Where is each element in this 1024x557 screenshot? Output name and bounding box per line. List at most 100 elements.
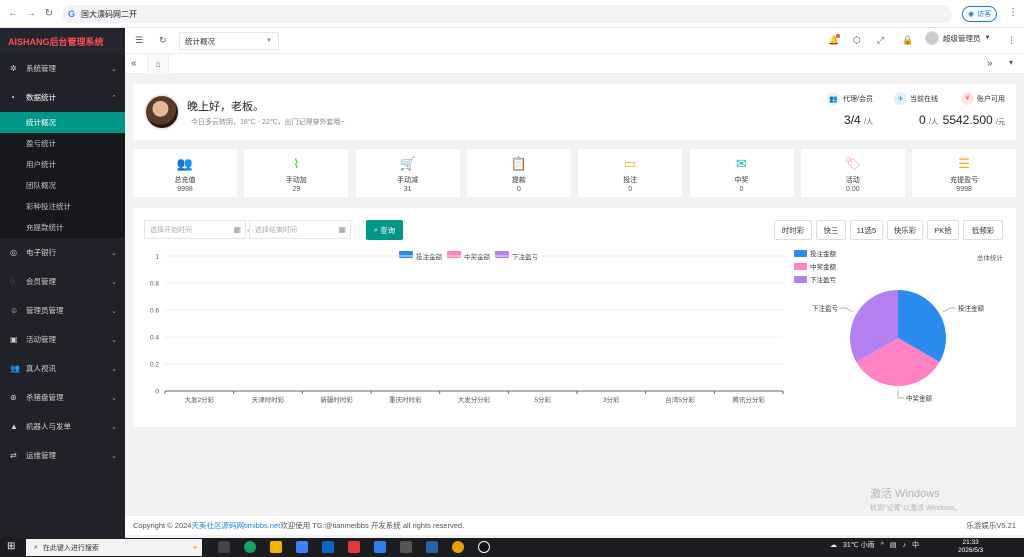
- network-icon[interactable]: ▤: [890, 541, 897, 549]
- submenu-item-3[interactable]: 团队概况: [0, 175, 125, 196]
- admin-menu[interactable]: 超级管理员 ▼: [925, 31, 990, 45]
- taskbar-clock[interactable]: 21:33 2026/5/3: [958, 539, 983, 555]
- app-icon[interactable]: [426, 541, 438, 553]
- file-explorer-icon[interactable]: [270, 541, 282, 553]
- refresh-icon[interactable]: ↻: [159, 35, 167, 46]
- start-date-input[interactable]: 选择开始时间 ▦: [144, 220, 246, 239]
- game-filter-button-1[interactable]: 快三: [816, 220, 846, 240]
- game-filter-button-3[interactable]: 快乐彩: [887, 220, 923, 240]
- game-filter-button-5[interactable]: 低频彩: [963, 220, 1003, 240]
- card-value: 9998: [177, 186, 193, 193]
- summary-card-3[interactable]: 📋 提款 0: [466, 149, 571, 197]
- submenu-item-4[interactable]: 彩种投注统计: [0, 196, 125, 217]
- watermark-title: 激活 Windows: [870, 488, 940, 500]
- game-filter-button-0[interactable]: 时时彩: [774, 220, 812, 240]
- dashboard-icon: ◔: [10, 93, 15, 102]
- summary-card-0[interactable]: 👥 总充值 9998: [133, 149, 237, 197]
- y-tick-label-4: 0.8: [150, 281, 159, 288]
- taskbar: ⊞ ⌕ 在此键入进行搜索 ✦ ☁ 31℃ 小雨 ^ ▤ ♪ 中 21:33 20…: [0, 538, 1024, 557]
- mail-icon[interactable]: [322, 541, 334, 553]
- app-icon[interactable]: [400, 541, 412, 553]
- address-bar[interactable]: G 国大漂码网二开: [62, 5, 952, 23]
- chrome-icon[interactable]: [452, 541, 464, 553]
- clock-date: 2026/5/3: [958, 547, 984, 554]
- submenu-item-0[interactable]: 统计概况: [0, 112, 125, 133]
- sidebar-item-label: 活动管理: [26, 335, 56, 344]
- back-icon[interactable]: ←: [4, 8, 22, 19]
- collapse-menu-icon[interactable]: ☰: [135, 35, 143, 46]
- query-button[interactable]: ⌕ 查询: [366, 220, 403, 240]
- sidebar-item-8[interactable]: ▲ 机器人与发单 ⌄: [0, 412, 125, 441]
- sidebar-item-7[interactable]: ⊛ 杀猪盘管理 ⌄: [0, 383, 125, 412]
- stat-value: 3/4: [844, 113, 861, 127]
- footer-link[interactable]: 天美社区源码网timibbs.net: [191, 520, 280, 531]
- summary-card-1[interactable]: ⌇ 手动加 29: [244, 149, 349, 197]
- caret-down-icon: ▼: [266, 38, 272, 44]
- chevron-down-icon: ⌄: [111, 307, 117, 315]
- pie-legend-label-1: 中奖金额: [810, 262, 837, 271]
- card-value: 31: [403, 186, 412, 193]
- system-tray: ☁ 31℃ 小雨 ^ ▤ ♪ 中: [830, 540, 919, 550]
- reload-icon[interactable]: ↻: [40, 8, 58, 19]
- x-tick-label-6: 3分彩: [603, 395, 620, 404]
- more-vertical-icon[interactable]: ⋮: [1007, 35, 1016, 46]
- settings-icon: ⊛: [10, 393, 17, 402]
- summary-card-2[interactable]: 🛒 手动减 31: [355, 149, 460, 197]
- clock-time: 21:33: [962, 539, 979, 546]
- submenu-item-1[interactable]: 盈亏统计: [0, 133, 125, 154]
- game-filter-button-4[interactable]: PK拾: [927, 220, 959, 240]
- sidebar-item-5[interactable]: ▣ 活动管理 ⌄: [0, 325, 125, 354]
- pie-legend-swatch-0: [794, 250, 807, 257]
- summary-card-5[interactable]: ✉ 中奖 0: [689, 149, 794, 197]
- pulse-icon: ⌇: [293, 156, 300, 171]
- summary-card-6[interactable]: 🏷 活动 0.00: [800, 149, 905, 197]
- sidebar-item-0[interactable]: ✲ 系统管理 ⌄: [0, 54, 125, 83]
- chevron-up-icon[interactable]: ^: [881, 542, 884, 549]
- task-view-icon[interactable]: [218, 541, 230, 553]
- forward-icon[interactable]: →: [22, 8, 40, 19]
- sidebar-item-3[interactable]: ◌ 会员管理 ⌄: [0, 267, 125, 296]
- sidebar-item-label: 管理员管理: [26, 306, 64, 315]
- card-value: 0: [516, 186, 521, 193]
- wps-icon[interactable]: [348, 541, 360, 553]
- qq-icon[interactable]: [478, 541, 490, 553]
- lock-icon[interactable]: 🔒: [902, 35, 913, 46]
- card-value: 29: [292, 186, 301, 193]
- sidebar-item-4[interactable]: ☺ 管理员管理 ⌄: [0, 296, 125, 325]
- search-icon: ⌕: [34, 543, 38, 551]
- summary-card-7[interactable]: ☰ 充提盈亏 9998: [912, 149, 1017, 197]
- summary-card-4[interactable]: ▭ 投注 0: [578, 149, 683, 197]
- ime-indicator[interactable]: 中: [912, 540, 919, 550]
- game-filter-button-2[interactable]: 11选5: [850, 220, 883, 240]
- robot-icon: ▲: [10, 422, 18, 431]
- sidebar-item-6[interactable]: 👥 真人视讯 ⌄: [0, 354, 125, 383]
- card-label: 手动加: [285, 177, 307, 184]
- y-tick-label-5: 1: [155, 254, 159, 261]
- windows-start-icon[interactable]: ⊞: [7, 541, 15, 552]
- profile-button[interactable]: ◉ 访客: [962, 6, 998, 22]
- cloud-icon[interactable]: [374, 541, 386, 553]
- end-date-input[interactable]: 选择结束时间 ▦: [249, 220, 351, 239]
- clipboard-icon: 📋: [510, 156, 527, 171]
- tag-icon[interactable]: ⬡: [853, 35, 861, 46]
- tray-weather: 31℃ 小雨: [843, 542, 875, 549]
- submenu-item-5[interactable]: 充提款统计: [0, 217, 125, 238]
- home-tab[interactable]: ⌂: [147, 54, 169, 74]
- fullscreen-icon[interactable]: ⤢: [877, 35, 884, 46]
- store-icon[interactable]: [296, 541, 308, 553]
- page-select[interactable]: 统计概况 ▼: [179, 32, 279, 50]
- sidebar-item-1[interactable]: ◔ 数据统计 ⌃: [0, 83, 125, 112]
- scroll-right-icon[interactable]: »: [987, 58, 993, 69]
- more-icon[interactable]: ⋮: [1008, 7, 1018, 18]
- tab-options-icon[interactable]: ▾: [1009, 58, 1013, 67]
- chevron-up-icon: ⌃: [111, 94, 117, 102]
- volume-icon[interactable]: ♪: [903, 542, 907, 549]
- admin-avatar: [925, 31, 939, 45]
- scroll-left-icon[interactable]: «: [131, 58, 137, 69]
- sidebar-item-2[interactable]: ◎ 电子银行 ⌄: [0, 238, 125, 267]
- sidebar-item-9[interactable]: ⇄ 运维管理 ⌄: [0, 441, 125, 470]
- taskbar-search[interactable]: ⌕ 在此键入进行搜索 ✦: [26, 539, 202, 556]
- card-icon: ▭: [624, 156, 637, 171]
- submenu-item-2[interactable]: 用户统计: [0, 154, 125, 175]
- edge-icon[interactable]: [244, 541, 256, 553]
